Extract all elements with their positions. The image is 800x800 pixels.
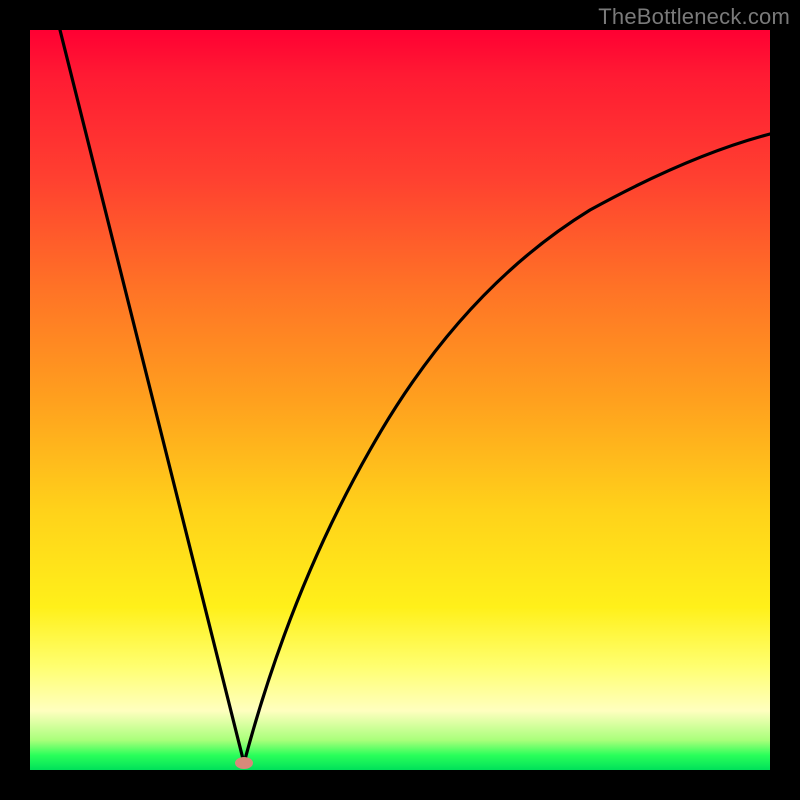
chart-frame: TheBottleneck.com [0,0,800,800]
watermark-text: TheBottleneck.com [598,4,790,30]
curve-right-branch [244,134,770,763]
curve-left-branch [60,30,244,763]
min-point-marker [235,757,253,769]
plot-area [30,30,770,770]
bottleneck-curve [30,30,770,770]
